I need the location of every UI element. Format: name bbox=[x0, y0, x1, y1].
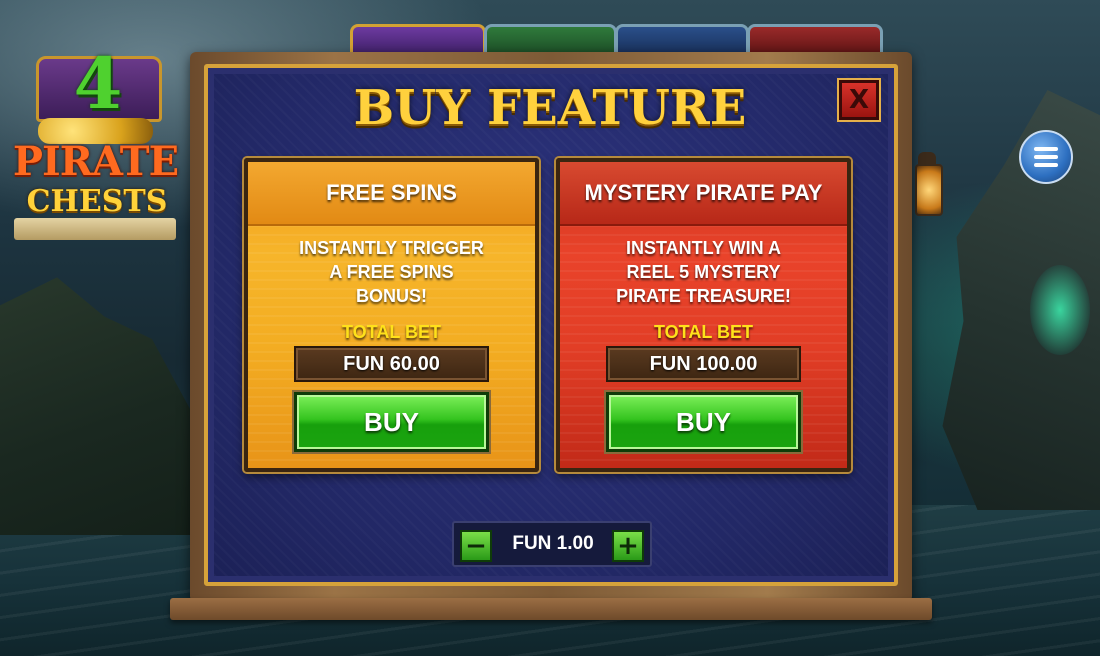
feature-description: INSTANTLY TRIGGER A FREE SPINS BONUS! bbox=[258, 236, 525, 316]
dialog-title: BUY FEATURE bbox=[353, 80, 747, 136]
logo-ribbon bbox=[14, 218, 176, 240]
feature-description: INSTANTLY WIN A REEL 5 MYSTERY PIRATE TR… bbox=[570, 236, 837, 316]
feature-title: MYSTERY PIRATE PAY bbox=[560, 162, 847, 226]
description-line: A FREE SPINS bbox=[329, 262, 454, 282]
close-button[interactable]: X bbox=[837, 78, 881, 122]
feature-card-mystery-pirate-pay: MYSTERY PIRATE PAY INSTANTLY WIN A REEL … bbox=[556, 158, 851, 472]
buy-free-spins-button[interactable]: BUY bbox=[294, 392, 489, 452]
description-line: PIRATE TREASURE! bbox=[616, 286, 791, 306]
increase-bet-button[interactable]: + bbox=[612, 530, 644, 562]
close-icon: X bbox=[848, 85, 870, 115]
decrease-bet-button[interactable]: − bbox=[460, 530, 492, 562]
logo-word-pirate: PIRATE bbox=[12, 138, 179, 185]
description-line: REEL 5 MYSTERY bbox=[626, 262, 781, 282]
description-line: INSTANTLY WIN A bbox=[625, 238, 781, 258]
bet-value: FUN 1.00 bbox=[512, 533, 594, 554]
dialog-bottom-plank bbox=[170, 598, 932, 620]
game-logo: 4 PIRATE CHESTS bbox=[8, 42, 183, 243]
buy-mystery-pirate-pay-button[interactable]: BUY bbox=[606, 392, 801, 452]
lantern-glass bbox=[915, 164, 943, 216]
total-bet-label: TOTAL BET bbox=[342, 322, 441, 342]
feature-price: FUN 60.00 bbox=[294, 346, 489, 382]
hamburger-menu-icon[interactable] bbox=[1019, 130, 1073, 184]
lantern-cap bbox=[918, 152, 936, 164]
description-line: BONUS! bbox=[356, 286, 427, 306]
logo-word-chests: CHESTS bbox=[26, 184, 168, 219]
feature-title: FREE SPINS bbox=[248, 162, 535, 226]
cave-glow bbox=[1030, 265, 1090, 355]
bet-stepper: − FUN 1.00 + bbox=[452, 521, 652, 567]
feature-card-free-spins: FREE SPINS INSTANTLY TRIGGER A FREE SPIN… bbox=[244, 158, 539, 472]
logo-number: 4 bbox=[73, 42, 123, 125]
feature-price: FUN 100.00 bbox=[606, 346, 801, 382]
menu-bar bbox=[1034, 147, 1058, 151]
lantern-icon bbox=[912, 146, 943, 226]
total-bet-label: TOTAL BET bbox=[654, 322, 753, 342]
menu-bar bbox=[1034, 163, 1058, 167]
menu-bar bbox=[1034, 155, 1058, 159]
game-scene: 4 PIRATE CHESTS BUY FEATURE X FREE SPINS… bbox=[0, 0, 1100, 656]
island-cliff-left bbox=[0, 277, 190, 535]
description-line: INSTANTLY TRIGGER bbox=[299, 238, 484, 258]
